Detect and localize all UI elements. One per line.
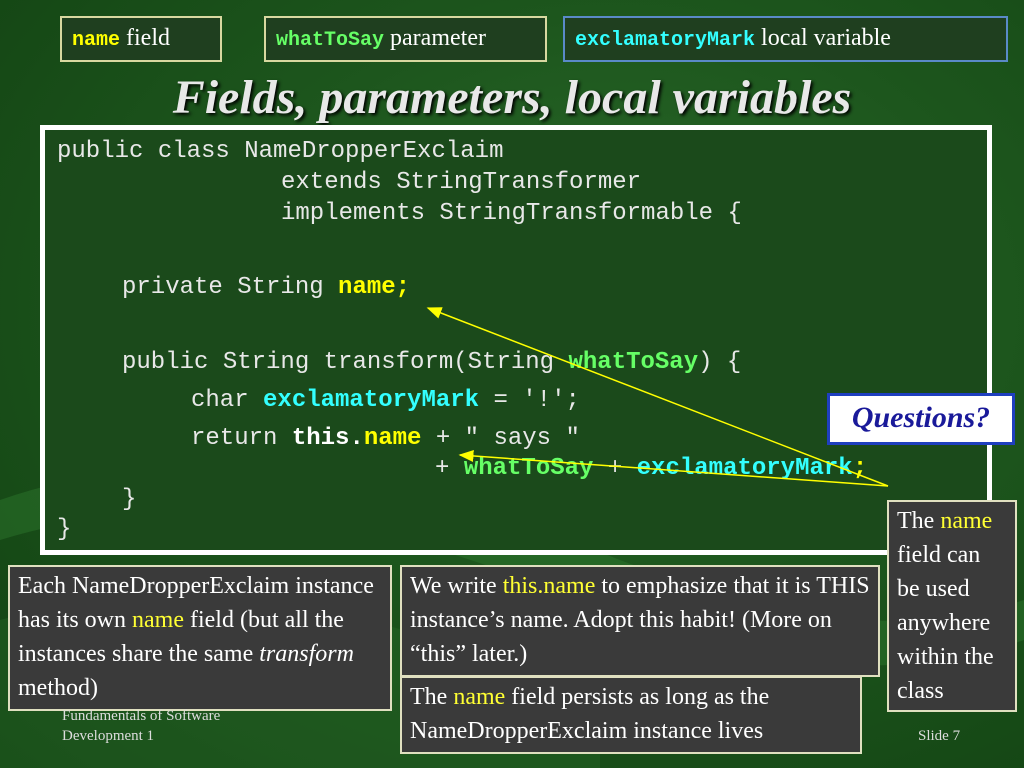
slide-number: Slide 7: [918, 728, 961, 744]
code-line: implements StringTransformable {: [281, 200, 742, 227]
tag-label: parameter: [390, 25, 486, 51]
tag-label: field: [126, 25, 170, 51]
code-line-concat: + whatToSay + exclamatoryMark;: [435, 455, 868, 482]
code-line: }: [57, 516, 72, 543]
note-persists: The name field persists as long as the N…: [400, 676, 862, 754]
note-anywhere: The name field can be used anywhere with…: [887, 500, 1017, 712]
code-line-field-decl: private String name;: [122, 274, 411, 301]
code-line-return: return this.name + " says ": [191, 425, 580, 452]
tag-code: whatToSay: [276, 29, 385, 52]
code-line: }: [122, 486, 137, 513]
slide-title: Fields, parameters, local variables: [172, 71, 852, 124]
questions-button[interactable]: Questions?: [827, 393, 1015, 445]
note-this-name: We write this.name to emphasize that it …: [400, 565, 880, 677]
parameter-tag: whatToSay parameter: [264, 16, 547, 62]
code-line-method-decl: public String transform(String whatToSay…: [122, 349, 742, 376]
tag-code: name: [72, 29, 121, 52]
local-variable-tag: exclamatoryMark local variable: [563, 16, 1008, 62]
code-line-local-decl: char exclamatoryMark = '!';: [191, 387, 580, 414]
name-field-tag: name field: [60, 16, 222, 62]
tag-code: exclamatoryMark: [575, 29, 756, 52]
code-block: public class NameDropperExclaim extends …: [40, 125, 992, 555]
tag-label: local variable: [761, 25, 891, 51]
code-line: extends StringTransformer: [281, 169, 642, 196]
code-line: public class NameDropperExclaim: [57, 138, 504, 165]
footer-course: Fundamentals of Software Development 1: [62, 708, 221, 744]
note-instance-field: Each NameDropperExclaim instance has its…: [8, 565, 392, 711]
